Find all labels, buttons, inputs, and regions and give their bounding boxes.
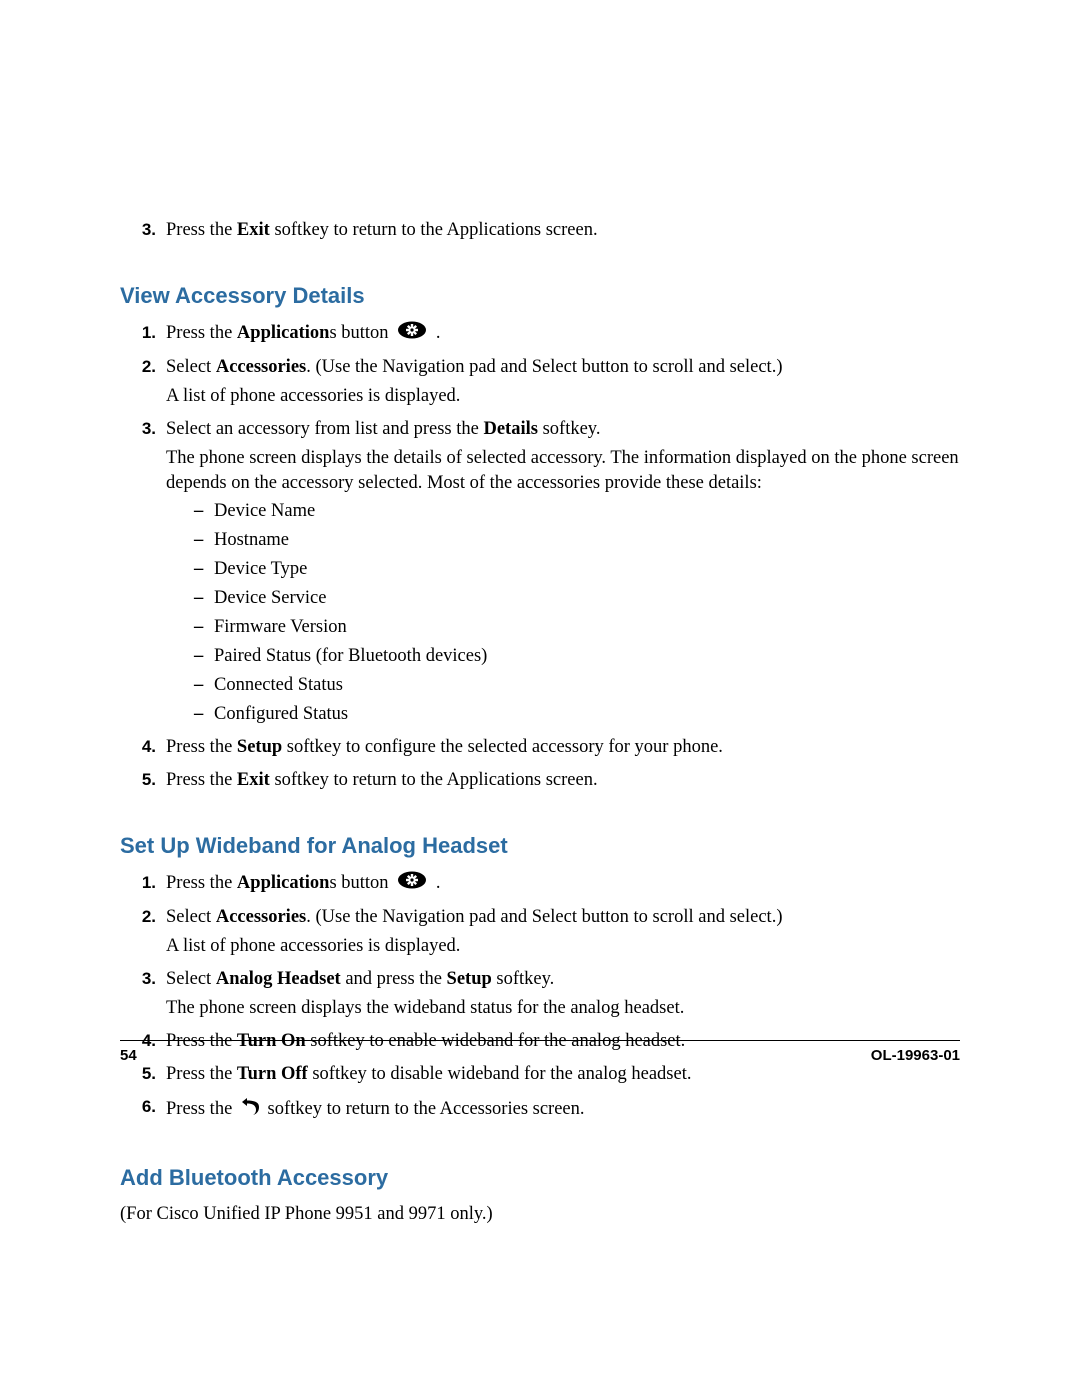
menu-item-name: Analog Headset <box>216 969 341 989</box>
text: Press the <box>166 1064 237 1084</box>
step-number: 1. <box>120 321 166 351</box>
text: . <box>431 873 440 893</box>
step-row: 5. Press the Exit softkey to return to t… <box>120 768 960 797</box>
menu-item-name: Accessories <box>216 357 306 377</box>
back-arrow-icon <box>239 1095 261 1125</box>
step-row: 6. Press the softkey to return to the Ac… <box>120 1095 960 1129</box>
text: softkey to disable wideband for the anal… <box>308 1064 692 1084</box>
text: Press the <box>166 323 237 343</box>
text: Select an accessory from list and press … <box>166 419 483 439</box>
text: softkey to return to the Applications sc… <box>270 220 598 240</box>
step-body: Press the Exit softkey to return to the … <box>166 218 960 247</box>
step-number: 6. <box>120 1095 166 1129</box>
text: Select <box>166 969 216 989</box>
softkey-name: Exit <box>237 220 270 240</box>
step-row: 2. Select Accessories. (Use the Navigati… <box>120 355 960 413</box>
text: s button <box>329 323 388 343</box>
step-body: Select an accessory from list and press … <box>166 417 960 732</box>
step-number: 4. <box>120 735 166 764</box>
step-row: 3. Select an accessory from list and pre… <box>120 417 960 732</box>
step-number: 5. <box>120 1062 166 1091</box>
step-number: 1. <box>120 871 166 901</box>
section-heading-setup-wideband: Set Up Wideband for Analog Headset <box>120 831 960 861</box>
step-row: 2. Select Accessories. (Use the Navigati… <box>120 905 960 963</box>
step-number: 2. <box>120 905 166 963</box>
text: s button <box>329 873 388 893</box>
text: Press the <box>166 220 237 240</box>
softkey-name: Details <box>483 419 537 439</box>
text: Press the <box>166 770 237 790</box>
softkey-name: Exit <box>237 770 270 790</box>
text: A list of phone accessories is displayed… <box>166 934 960 959</box>
text: and press the <box>341 969 447 989</box>
text: Select <box>166 907 216 927</box>
text: Press the <box>166 873 237 893</box>
text: The phone screen displays the details of… <box>166 446 960 496</box>
menu-item-name: Accessories <box>216 907 306 927</box>
step-row: 5. Press the Turn Off softkey to disable… <box>120 1062 960 1091</box>
text: Press the <box>166 1099 237 1119</box>
list-item: Device Service <box>194 586 960 611</box>
softkey-name: Turn Off <box>237 1064 308 1084</box>
list-item: Firmware Version <box>194 615 960 640</box>
text: softkey. <box>538 419 601 439</box>
step-body: Select Accessories. (Use the Navigation … <box>166 905 960 963</box>
softkey-name: Setup <box>447 969 492 989</box>
text: A list of phone accessories is displayed… <box>166 384 960 409</box>
step-number: 3. <box>120 417 166 732</box>
text: The phone screen displays the wideband s… <box>166 996 960 1021</box>
detail-list: Device Name Hostname Device Type Device … <box>194 499 960 727</box>
step-row: 3. Select Analog Headset and press the S… <box>120 967 960 1025</box>
button-name: Application <box>237 873 330 893</box>
text: softkey. <box>492 969 555 989</box>
step-body: Press the Applications button <box>166 871 960 901</box>
text: softkey to configure the selected access… <box>282 737 723 757</box>
button-name: Application <box>237 323 330 343</box>
step-number: 3. <box>120 218 166 247</box>
step-body: Press the Setup softkey to configure the… <box>166 735 960 764</box>
softkey-name: Setup <box>237 737 282 757</box>
step-row: 4. Press the Setup softkey to configure … <box>120 735 960 764</box>
list-item: Hostname <box>194 528 960 553</box>
note-text: (For Cisco Unified IP Phone 9951 and 997… <box>120 1202 960 1227</box>
document-id: OL-19963-01 <box>871 1047 960 1064</box>
body-content: 3. Press the Exit softkey to return to t… <box>120 218 960 1227</box>
step-body: Press the Exit softkey to return to the … <box>166 768 960 797</box>
text: Press the <box>166 737 237 757</box>
applications-gear-icon <box>397 871 427 897</box>
step-row: 1. Press the Applications button <box>120 871 960 901</box>
applications-gear-icon <box>397 321 427 347</box>
text: . (Use the Navigation pad and Select but… <box>306 357 782 377</box>
list-item: Paired Status (for Bluetooth devices) <box>194 644 960 669</box>
list-item: Device Type <box>194 557 960 582</box>
step-body: Select Analog Headset and press the Setu… <box>166 967 960 1025</box>
page-number: 54 <box>120 1047 137 1064</box>
step-number: 2. <box>120 355 166 413</box>
text: . <box>431 323 440 343</box>
step-body: Press the Applications button <box>166 321 960 351</box>
section-heading-view-accessory-details: View Accessory Details <box>120 281 960 311</box>
text: . (Use the Navigation pad and Select but… <box>306 907 782 927</box>
list-item: Device Name <box>194 499 960 524</box>
section-heading-add-bluetooth: Add Bluetooth Accessory <box>120 1163 960 1193</box>
page-footer: 54 OL-19963-01 <box>120 1040 960 1064</box>
text: softkey to return to the Accessories scr… <box>268 1099 585 1119</box>
text: Select <box>166 357 216 377</box>
step-row: 1. Press the Applications button <box>120 321 960 351</box>
step-row: 3. Press the Exit softkey to return to t… <box>120 218 960 247</box>
text: softkey to return to the Applications sc… <box>270 770 598 790</box>
step-body: Select Accessories. (Use the Navigation … <box>166 355 960 413</box>
step-number: 3. <box>120 967 166 1025</box>
step-number: 5. <box>120 768 166 797</box>
document-page: 3. Press the Exit softkey to return to t… <box>0 0 1080 1397</box>
step-body: Press the softkey to return to the Acces… <box>166 1095 960 1129</box>
list-item: Configured Status <box>194 702 960 727</box>
list-item: Connected Status <box>194 673 960 698</box>
step-body: Press the Turn Off softkey to disable wi… <box>166 1062 960 1091</box>
